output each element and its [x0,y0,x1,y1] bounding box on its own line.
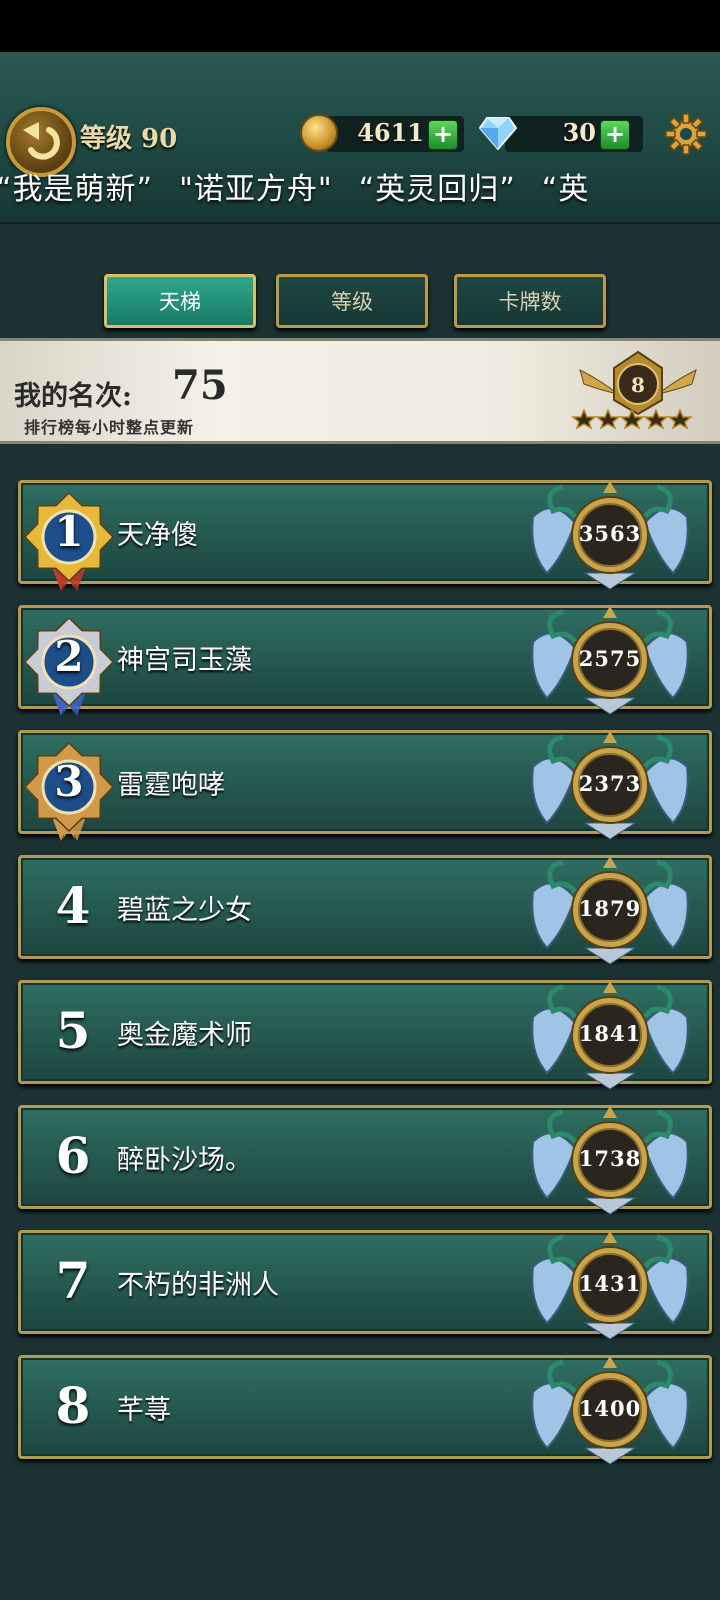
score-value: 1431 [578,1271,642,1296]
coin-count: 4611 [357,118,424,147]
player-name: 奥金魔术师 [117,1020,252,1051]
rank-number: 7 [55,1251,91,1310]
rank-number: 1 [54,507,84,556]
score-badge: 1841 [523,977,697,1091]
leaderboard-update-note: 排行榜每小时整点更新 [24,418,195,437]
player-name: 芊荨 [117,1395,171,1426]
player-name: 神宫司玉藻 [117,645,252,676]
tab-ladder[interactable]: 天梯 [104,274,256,328]
rank-number: 3 [54,757,84,806]
player-name: 碧蓝之少女 [117,895,252,926]
marquee-item: “英灵回归” [358,172,516,207]
my-rank-label: 我的名次: [14,381,132,412]
player-name: 天净傻 [117,520,198,551]
score-value: 1879 [578,896,642,921]
leaderboard-row[interactable]: 5 奥金魔术师 1841 [18,980,712,1090]
coin-icon [300,114,338,152]
rank-number: 6 [55,1126,91,1185]
score-badge: 3563 [523,477,697,591]
top-bar: 等级 90 4611 + 30 + “我是萌新” "诺亚方舟" “英灵回归” “英 [0,52,720,224]
score-badge: 1400 [523,1352,697,1466]
leaderboard-row[interactable]: 8 芊荨 1400 [18,1355,712,1465]
leaderboard-row[interactable]: 1 天净傻 3563 [18,480,712,591]
diamond-icon [479,117,517,150]
marquee-item: "诺亚方舟" [179,172,333,207]
score-value: 2575 [578,646,642,671]
score-badge: 1738 [523,1102,697,1216]
add-coins-button[interactable]: + [428,120,458,150]
my-rank-value: 75 [172,362,228,409]
marquee-item: “英 [541,172,590,207]
player-name: 雷霆咆哮 [117,770,225,801]
tier-emblem-icon: 8 [570,350,697,430]
leaderboard-row[interactable]: 4 碧蓝之少女 1879 [18,855,712,965]
score-badge: 1431 [523,1227,697,1341]
score-value: 1738 [578,1146,642,1171]
gem-count: 30 [562,118,596,147]
announcement-marquee: “我是萌新” "诺亚方舟" “英灵回归” “英 [0,164,615,208]
marquee-item: “我是萌新” [0,172,154,207]
leaderboard-row[interactable]: 6 醉卧沙场。 1738 [18,1105,712,1215]
back-arrow-icon [23,122,60,160]
score-badge: 2575 [523,602,697,716]
score-badge: 2373 [523,727,697,841]
score-badge: 1879 [523,852,697,966]
rank-number: 4 [55,876,91,935]
score-value: 3563 [578,521,642,546]
score-value: 1841 [578,1021,642,1046]
leaderboard-row[interactable]: 2 神宫司玉藻 2575 [18,605,712,716]
rank-number: 2 [54,632,84,681]
status-bar [0,0,720,52]
tab-card-count[interactable]: 卡牌数 [454,274,606,328]
rank-number: 8 [55,1376,91,1435]
gear-icon[interactable] [664,112,708,156]
leaderboard-row[interactable]: 3 雷霆咆哮 2373 [18,730,712,841]
score-value: 2373 [578,771,642,796]
add-gems-button[interactable]: + [600,120,630,150]
score-value: 1400 [578,1396,642,1421]
player-name: 醉卧沙场。 [117,1145,252,1176]
leaderboard-row[interactable]: 7 不朽的非洲人 1431 [18,1230,712,1340]
tab-level[interactable]: 等级 [276,274,428,328]
tier-number: 8 [631,373,645,397]
player-level: 等级 90 [80,124,178,154]
rank-number: 5 [55,1001,91,1060]
player-name: 不朽的非洲人 [117,1270,279,1301]
